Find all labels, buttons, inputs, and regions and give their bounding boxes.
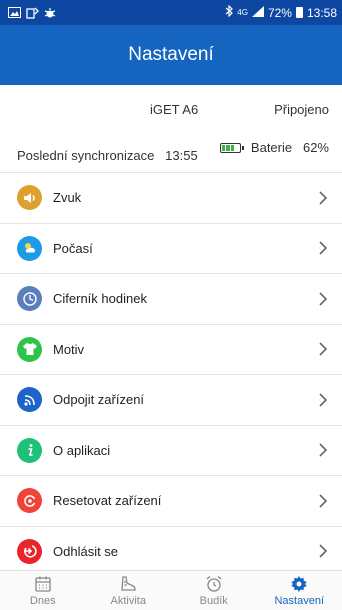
settings-item-disconnect[interactable]: Odpojit zařízení	[0, 375, 342, 426]
tab-label: Dnes	[29, 594, 56, 607]
chevron-right-icon	[319, 191, 328, 205]
last-sync-time: 13:55	[165, 148, 198, 163]
tab-label: Nastavení	[274, 594, 325, 607]
speaker-icon	[17, 185, 42, 211]
status-bar-indicators: 4G 72% 13:58	[225, 4, 337, 20]
bug-icon	[43, 7, 57, 19]
app-notification-icon	[25, 7, 39, 19]
settings-item-weather[interactable]: Počasí	[0, 224, 342, 274]
image-icon	[7, 6, 21, 19]
settings-item-label: Ciferník hodinek	[53, 291, 147, 307]
connection-status: Připojeno	[274, 102, 329, 117]
app-bar: Nastavení	[0, 25, 342, 85]
device-name: iGET A6	[150, 102, 199, 117]
chevron-right-icon	[319, 494, 328, 508]
last-sync: Poslední synchronizace 13:55	[17, 148, 198, 163]
settings-item-label: Počasí	[53, 240, 93, 256]
status-bar-notifications	[7, 6, 57, 19]
settings-item-sound[interactable]: Zvuk	[0, 173, 342, 224]
battery-level-icon	[219, 142, 244, 153]
tab-alarm[interactable]: Budík	[171, 571, 257, 610]
alarm-clock-icon	[206, 575, 222, 592]
battery-value: 62%	[302, 140, 329, 155]
info-icon	[17, 437, 42, 463]
clock-time: 13:58	[306, 5, 337, 20]
reset-icon	[17, 488, 42, 514]
weather-icon	[17, 235, 42, 261]
settings-item-label: Zvuk	[53, 190, 82, 206]
settings-item-label: Resetovat zařízení	[53, 493, 162, 509]
chevron-right-icon	[319, 443, 328, 457]
settings-item-theme[interactable]: Motiv	[0, 325, 342, 375]
settings-item-label: Motiv	[53, 341, 85, 357]
status-bar: 4G 72% 13:58	[0, 0, 342, 25]
wireless-icon	[17, 387, 42, 413]
chevron-right-icon	[319, 393, 328, 407]
tab-activity[interactable]: Aktivita	[86, 571, 172, 610]
settings-item-watch-face[interactable]: Ciferník hodinek	[0, 274, 342, 325]
chevron-right-icon	[319, 241, 328, 255]
logout-icon	[17, 538, 42, 564]
settings-item-label: Odpojit zařízení	[53, 392, 145, 408]
tshirt-icon	[17, 336, 42, 362]
battery-icon	[295, 7, 303, 18]
chevron-right-icon	[319, 544, 328, 558]
signal-icon	[251, 5, 264, 20]
last-sync-label: Poslední synchronizace	[17, 148, 155, 163]
device-battery: Baterie 62%	[219, 140, 329, 155]
settings-item-about[interactable]: O aplikaci	[0, 426, 342, 476]
battery-percent: 72%	[267, 5, 292, 20]
settings-item-label: O aplikaci	[53, 442, 111, 458]
tab-label: Budík	[199, 594, 228, 607]
battery-label: Baterie	[250, 140, 293, 155]
settings-item-reset[interactable]: Resetovat zařízení	[0, 476, 342, 527]
network-type: 4G	[237, 8, 248, 17]
calendar-icon	[35, 576, 51, 592]
tab-settings[interactable]: Nastavení	[257, 571, 342, 610]
clock-icon	[17, 286, 42, 312]
bottom-tab-bar: Dnes Aktivita Budík Nastavení	[0, 570, 342, 610]
chevron-right-icon	[319, 342, 328, 356]
tab-today[interactable]: Dnes	[0, 571, 86, 610]
chevron-right-icon	[319, 292, 328, 306]
gear-icon	[291, 575, 308, 592]
settings-item-label: Odhlásit se	[53, 543, 119, 559]
device-info: iGET A6 Připojeno Poslední synchronizace…	[0, 85, 342, 172]
bluetooth-icon	[225, 4, 234, 20]
settings-list: Zvuk Počasí Ciferník hodinek Motiv Odpoj…	[0, 172, 342, 577]
tab-label: Aktivita	[110, 594, 146, 607]
page-title: Nastavení	[128, 44, 214, 65]
shoe-icon	[121, 575, 136, 591]
